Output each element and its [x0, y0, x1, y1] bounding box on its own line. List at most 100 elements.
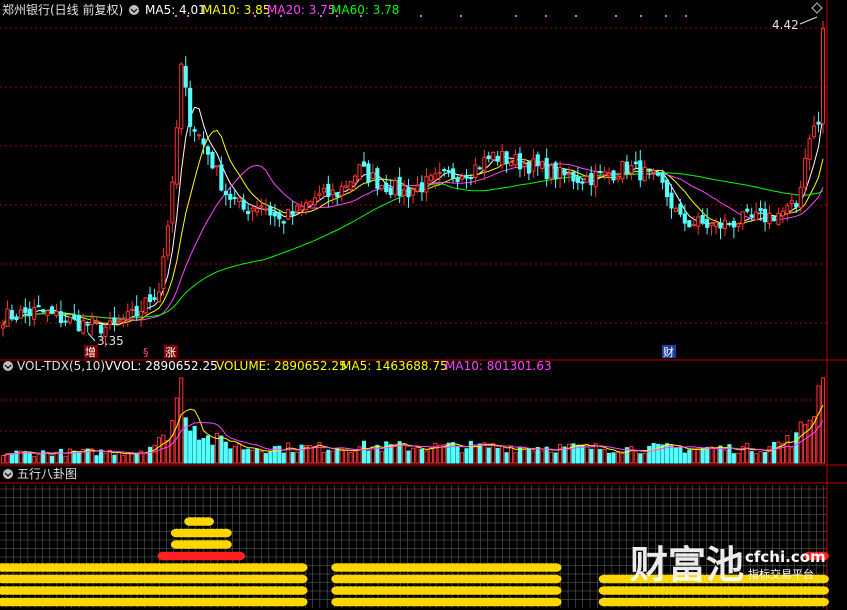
candle-body [566, 173, 572, 176]
candle-body [593, 171, 598, 187]
price-panel[interactable] [0, 21, 827, 347]
event-marker-zeng[interactable]: 增 [84, 345, 98, 359]
volume-bar [513, 452, 518, 464]
candle-body [638, 160, 643, 181]
volume-bar [700, 447, 705, 464]
candle-body [366, 163, 371, 183]
candle-body [107, 320, 113, 326]
candle-body [197, 134, 202, 137]
candle-body [517, 153, 523, 170]
candle-body [139, 311, 144, 317]
candle-body [508, 161, 514, 166]
candle-body [339, 185, 344, 196]
candle-body [575, 176, 580, 183]
volume-bar [678, 446, 683, 464]
indicator-dot [817, 586, 829, 595]
volume-bar [468, 440, 473, 464]
volume-bar [419, 449, 424, 464]
volume-bar [749, 451, 754, 464]
candle-body [584, 176, 589, 184]
volume-bar [615, 452, 621, 464]
volume-bar [112, 454, 117, 464]
expand-icon[interactable] [811, 2, 823, 14]
candle-body [611, 170, 616, 181]
stock-chart-window: 郑州银行(日线 前复权) MA5: 4.01 MA10: 3.85 MA20: … [0, 0, 847, 610]
candle-body [446, 170, 451, 173]
candle-body [789, 200, 794, 205]
volume-bar [63, 455, 68, 464]
candle-body [116, 320, 121, 323]
event-marker-section[interactable]: § [143, 346, 149, 359]
dropdown-icon[interactable] [3, 361, 13, 371]
candle-body [152, 297, 157, 300]
candle-body [286, 209, 291, 220]
candle-body [277, 212, 282, 220]
volume-bar [85, 448, 90, 464]
candle-body [192, 129, 197, 132]
event-marker-zhang[interactable]: 涨 [164, 345, 178, 359]
volume-bar [281, 452, 286, 464]
candle-body [433, 173, 438, 181]
candle-body [491, 151, 496, 161]
volume-bar [237, 443, 242, 464]
indicator-dot [817, 597, 829, 607]
volume-bar [148, 446, 153, 464]
volume-bar [820, 377, 826, 464]
volume-bar [687, 449, 692, 464]
volume-bar [486, 447, 491, 464]
volume-bar [406, 450, 411, 464]
candle-body [473, 164, 478, 179]
volume-bar [673, 447, 678, 464]
candle-body [23, 307, 28, 314]
candle-body [54, 310, 59, 317]
volume-bar [223, 441, 228, 464]
volume-bar [803, 423, 808, 464]
volume-bar [268, 450, 273, 464]
ma10-label: MA10: 3.85 [202, 3, 270, 17]
candle-body [299, 205, 304, 211]
volume-bar [250, 449, 255, 464]
candle-body [700, 214, 705, 224]
volume-bar [183, 417, 188, 464]
candle-body [94, 320, 99, 323]
candle-body [629, 164, 634, 174]
candle-body [201, 138, 206, 145]
dropdown-icon[interactable] [3, 469, 13, 479]
candle-body [816, 121, 821, 125]
volume-bar [410, 447, 416, 464]
dropdown-icon[interactable] [129, 5, 139, 15]
ma-legend: MA5: 4.01 MA10: 3.85 MA20: 3.75 MA60: 3.… [145, 3, 399, 17]
volume-bar [656, 443, 661, 464]
candle-body [45, 310, 50, 316]
candle-body [504, 151, 509, 165]
volume-bar [174, 397, 179, 464]
volume-bars[interactable] [0, 377, 826, 464]
volume-bar [125, 452, 130, 464]
volume-bar [553, 452, 558, 464]
candle-body [90, 317, 95, 326]
candle-body [188, 87, 193, 127]
candle-body [771, 216, 777, 222]
volume-bar [771, 442, 777, 464]
candle-body [562, 168, 567, 176]
candle-body [143, 297, 148, 314]
candle-body [812, 125, 817, 138]
candle-body [76, 314, 81, 332]
price-grid [0, 27, 827, 324]
candle-body [749, 214, 754, 218]
volume-bar [785, 435, 790, 464]
volume-bar [598, 449, 603, 464]
event-marker-cai[interactable]: 财 [662, 345, 676, 359]
candle-body [49, 306, 55, 314]
volume-bar [647, 445, 652, 464]
volume-bar [205, 435, 211, 464]
candle-body [647, 168, 652, 171]
candlesticks[interactable] [0, 21, 826, 347]
volume-grid [0, 399, 827, 432]
candle-body [393, 180, 398, 196]
candle-body [803, 157, 808, 188]
ma20-label: MA20: 3.75 [267, 3, 335, 17]
volume-bar [816, 385, 821, 464]
candle-body [183, 65, 188, 88]
candle-body [535, 154, 540, 166]
